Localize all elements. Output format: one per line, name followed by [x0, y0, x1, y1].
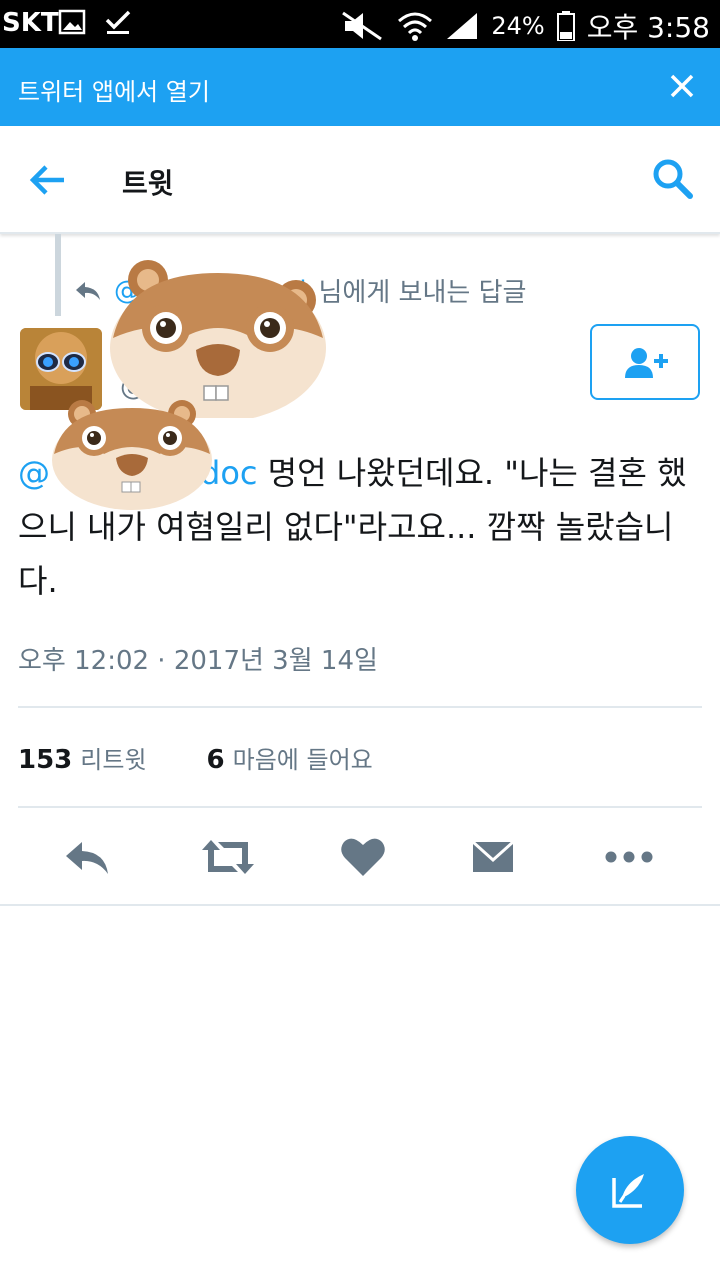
- mascot-sticker: [52, 400, 212, 510]
- reply-icon[interactable]: [62, 832, 112, 882]
- compose-button[interactable]: [576, 1136, 684, 1244]
- battery-icon: [556, 11, 575, 41]
- close-icon[interactable]: [664, 68, 700, 104]
- retweets-stat[interactable]: 153 리트윗: [18, 740, 147, 775]
- carrier-label: SKT: [2, 8, 59, 38]
- add-user-icon: [625, 348, 668, 378]
- check-icon: [105, 10, 131, 34]
- likes-stat[interactable]: 6 마음에 들어요: [207, 740, 373, 775]
- message-icon[interactable]: [470, 832, 516, 882]
- status-bar: SKT 24% 오후 3:58: [0, 0, 720, 48]
- page-title: 트윗: [122, 167, 174, 200]
- more-icon[interactable]: [604, 832, 654, 882]
- tweet-timestamp[interactable]: 오후 12:02 · 2017년 3월 14일: [18, 640, 378, 677]
- search-icon[interactable]: [650, 156, 694, 200]
- clock: 오후 3:58: [586, 11, 710, 44]
- divider: [0, 904, 720, 906]
- follow-button[interactable]: [590, 324, 700, 400]
- image-icon: [58, 9, 86, 35]
- reply-small-icon: [76, 281, 100, 300]
- divider: [18, 806, 702, 808]
- signal-icon: [447, 13, 478, 39]
- open-in-app-banner[interactable]: 트위터 앱에서 열기: [0, 48, 720, 126]
- wifi-icon: [398, 12, 433, 41]
- compose-icon: [612, 1174, 644, 1208]
- status-right: 24% 오후 3:58: [341, 6, 710, 46]
- divider: [18, 706, 702, 708]
- reply-label: 님에게 보내는 답글: [318, 278, 527, 308]
- top-nav: 트윗: [0, 126, 720, 234]
- open-in-app-label[interactable]: 트위터 앱에서 열기: [18, 72, 210, 107]
- notification-icons: [58, 8, 132, 36]
- action-bar: [0, 822, 720, 892]
- mute-icon: [342, 11, 383, 41]
- mascot-sticker: [110, 260, 326, 418]
- heart-icon[interactable]: [338, 832, 388, 882]
- battery-label: 24%: [491, 12, 545, 40]
- back-arrow-icon[interactable]: [28, 160, 68, 200]
- tweet-stats: 153 리트윗 6 마음에 들어요: [18, 740, 373, 775]
- retweet-icon[interactable]: [198, 832, 258, 882]
- reply-thread-line: [55, 234, 61, 316]
